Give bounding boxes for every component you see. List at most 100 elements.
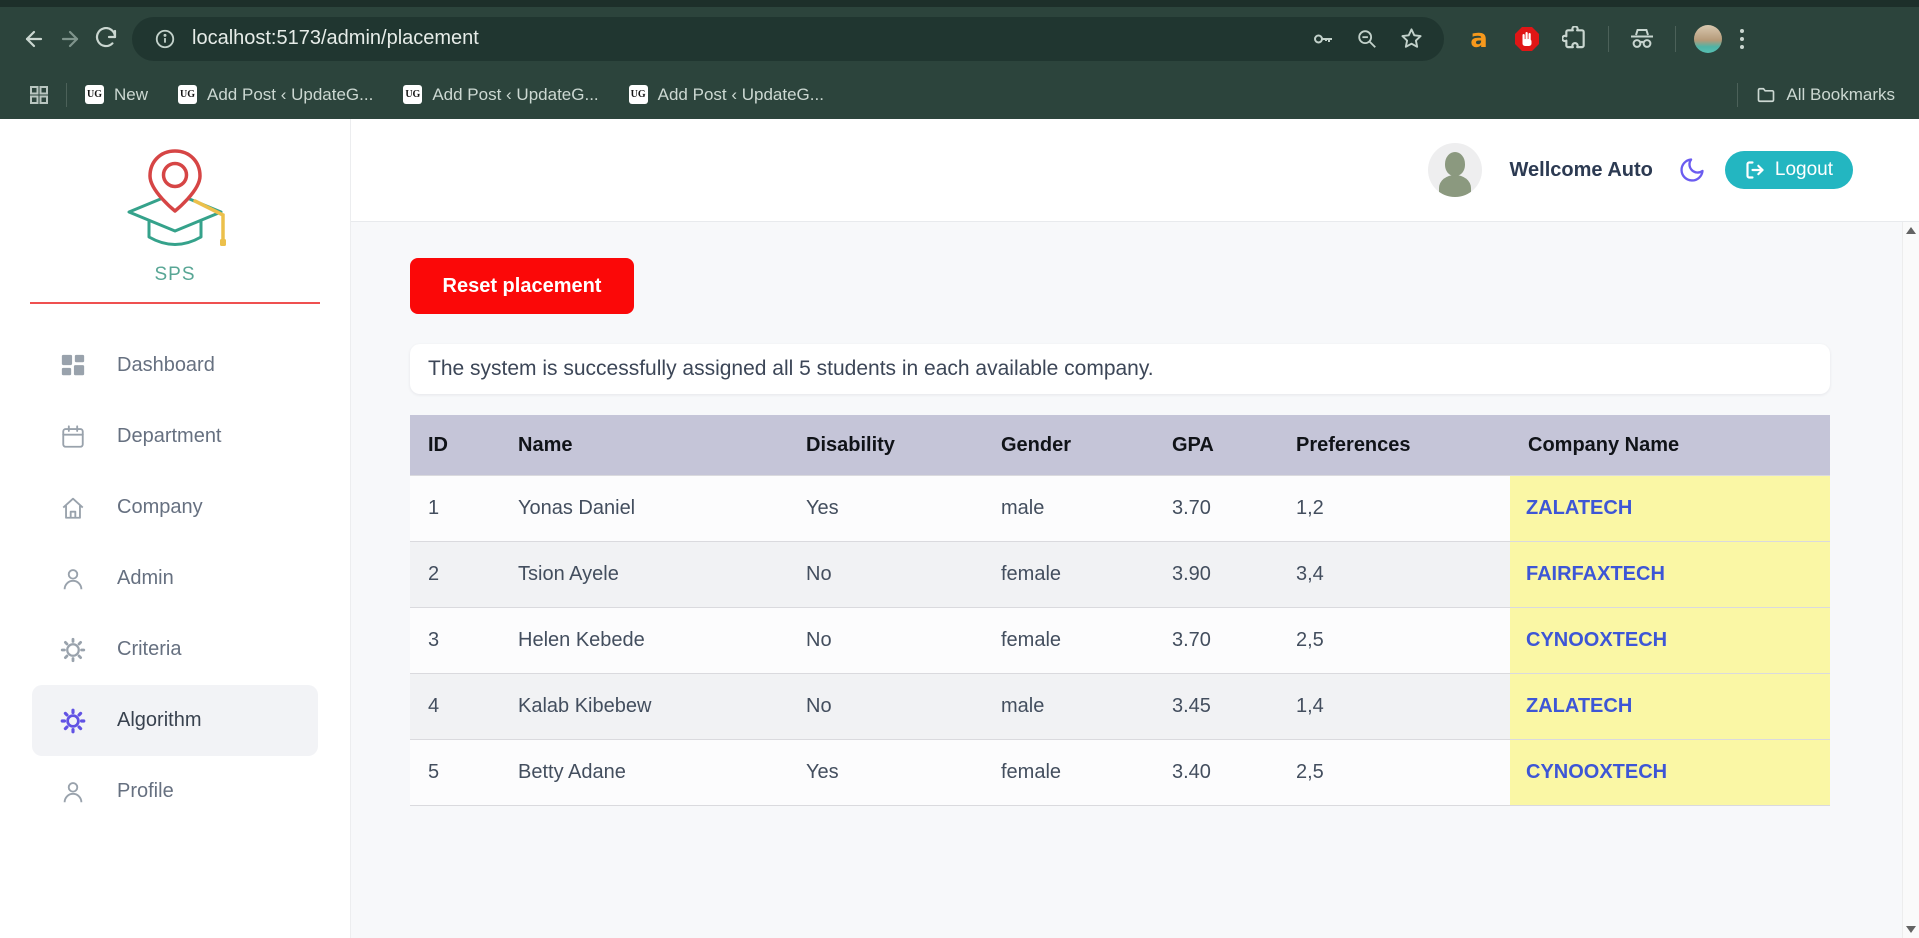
cell-name: Helen Kebede	[500, 608, 788, 673]
main-area: Wellcome Auto Logout Reset placement The…	[351, 119, 1919, 938]
person-icon	[59, 778, 87, 806]
scroll-down-icon[interactable]	[1906, 926, 1916, 933]
browser-toolbar: localhost:5173/admin/placement a	[0, 0, 1919, 70]
incognito-icon[interactable]	[1627, 24, 1657, 54]
cell-company: CYNOOXTECH	[1510, 608, 1830, 673]
bookmarks-separator	[1737, 83, 1738, 107]
zoom-icon[interactable]	[1352, 24, 1382, 54]
cell-gender: male	[983, 674, 1154, 739]
cell-preferences: 2,5	[1278, 740, 1510, 805]
browser-profile-avatar[interactable]	[1694, 25, 1722, 53]
logout-icon	[1745, 160, 1765, 180]
apps-grid-icon[interactable]	[24, 80, 54, 110]
bookmark-star-icon[interactable]	[1396, 24, 1426, 54]
bookmark-item[interactable]: UG New	[85, 85, 148, 105]
ug-favicon: UG	[178, 85, 197, 104]
sidebar-item-label: Criteria	[117, 638, 181, 661]
table-row: 1 Yonas Daniel Yes male 3.70 1,2 ZALATEC…	[410, 475, 1830, 541]
dark-mode-toggle[interactable]	[1675, 153, 1709, 187]
cell-preferences: 1,2	[1278, 476, 1510, 541]
extensions-puzzle-icon[interactable]	[1560, 24, 1590, 54]
placement-table: ID Name Disability Gender GPA Preference…	[410, 415, 1830, 806]
browser-menu-icon[interactable]	[1740, 29, 1744, 49]
user-avatar[interactable]	[1428, 143, 1482, 197]
bookmark-item[interactable]: UG Add Post ‹ UpdateG...	[629, 85, 824, 105]
sidebar-item-label: Algorithm	[117, 709, 201, 732]
moon-icon	[1678, 156, 1706, 184]
cell-name: Betty Adane	[500, 740, 788, 805]
sidebar-item-dashboard[interactable]: Dashboard	[32, 330, 318, 401]
cell-disability: No	[788, 674, 983, 739]
cell-gpa: 3.70	[1154, 608, 1278, 673]
placement-content: Reset placement The system is successful…	[351, 222, 1919, 938]
cell-company: ZALATECH	[1510, 476, 1830, 541]
password-key-icon[interactable]	[1308, 24, 1338, 54]
forward-icon[interactable]	[52, 21, 88, 57]
back-icon[interactable]	[16, 21, 52, 57]
reload-icon[interactable]	[88, 21, 124, 57]
sidebar-item-algorithm[interactable]: Algorithm	[32, 685, 318, 756]
bookmark-label: Add Post ‹ UpdateG...	[207, 85, 373, 105]
column-header-disability: Disability	[788, 415, 983, 475]
cell-gender: female	[983, 608, 1154, 673]
sps-logo: SPS	[0, 147, 350, 286]
site-header: Wellcome Auto Logout	[351, 119, 1919, 222]
cell-gpa: 3.40	[1154, 740, 1278, 805]
vertical-scrollbar[interactable]	[1902, 222, 1919, 938]
cell-disability: Yes	[788, 740, 983, 805]
bookmark-item[interactable]: UG Add Post ‹ UpdateG...	[178, 85, 373, 105]
table-row: 2 Tsion Ayele No female 3.90 3,4 FAIRFAX…	[410, 541, 1830, 607]
sidebar-item-admin[interactable]: Admin	[32, 543, 318, 614]
url-bar[interactable]: localhost:5173/admin/placement	[132, 17, 1444, 61]
cell-gender: female	[983, 740, 1154, 805]
bookmark-item[interactable]: UG Add Post ‹ UpdateG...	[403, 85, 598, 105]
sidebar-item-criteria[interactable]: Criteria	[32, 614, 318, 685]
column-header-gpa: GPA	[1154, 415, 1278, 475]
sidebar: SPS Dashboard Department Company	[0, 119, 351, 938]
scroll-up-icon[interactable]	[1906, 227, 1916, 234]
cell-name: Tsion Ayele	[500, 542, 788, 607]
sidebar-item-label: Company	[117, 496, 203, 519]
bookmark-label: New	[114, 85, 148, 105]
cell-name: Kalab Kibebew	[500, 674, 788, 739]
cell-disability: No	[788, 542, 983, 607]
sidebar-item-label: Profile	[117, 780, 174, 803]
all-bookmarks-button[interactable]: All Bookmarks	[1756, 85, 1895, 105]
table-row: 4 Kalab Kibebew No male 3.45 1,4 ZALATEC…	[410, 673, 1830, 739]
sidebar-item-profile[interactable]: Profile	[32, 756, 318, 827]
url-text[interactable]: localhost:5173/admin/placement	[192, 27, 1294, 50]
table-row: 3 Helen Kebede No female 3.70 2,5 CYNOOX…	[410, 607, 1830, 673]
cell-company: CYNOOXTECH	[1510, 740, 1830, 805]
table-header-row: ID Name Disability Gender GPA Preference…	[410, 415, 1830, 475]
column-header-preferences: Preferences	[1278, 415, 1510, 475]
column-header-name: Name	[500, 415, 788, 475]
browser-chrome: localhost:5173/admin/placement a	[0, 0, 1919, 119]
cell-gpa: 3.45	[1154, 674, 1278, 739]
ug-favicon: UG	[629, 85, 648, 104]
calendar-icon	[59, 423, 87, 451]
cell-gender: female	[983, 542, 1154, 607]
cell-name: Yonas Daniel	[500, 476, 788, 541]
home-icon	[59, 494, 87, 522]
sidebar-item-label: Admin	[117, 567, 174, 590]
person-icon	[59, 565, 87, 593]
sidebar-nav: Dashboard Department Company Admin	[0, 330, 350, 827]
site-info-icon[interactable]	[150, 24, 180, 54]
cell-id: 3	[410, 608, 500, 673]
reset-placement-button[interactable]: Reset placement	[410, 258, 634, 314]
ug-favicon: UG	[403, 85, 422, 104]
cell-preferences: 2,5	[1278, 608, 1510, 673]
ug-favicon: UG	[85, 85, 104, 104]
cell-id: 2	[410, 542, 500, 607]
logout-button[interactable]: Logout	[1725, 151, 1853, 189]
amazon-extension-icon[interactable]: a	[1464, 24, 1494, 54]
dashboard-icon	[59, 352, 87, 380]
sidebar-item-company[interactable]: Company	[32, 472, 318, 543]
cell-disability: Yes	[788, 476, 983, 541]
status-message: The system is successfully assigned all …	[410, 344, 1830, 394]
sidebar-item-label: Dashboard	[117, 354, 215, 377]
column-header-company: Company Name	[1510, 415, 1830, 475]
adblock-extension-icon[interactable]	[1512, 24, 1542, 54]
cell-disability: No	[788, 608, 983, 673]
sidebar-item-department[interactable]: Department	[32, 401, 318, 472]
